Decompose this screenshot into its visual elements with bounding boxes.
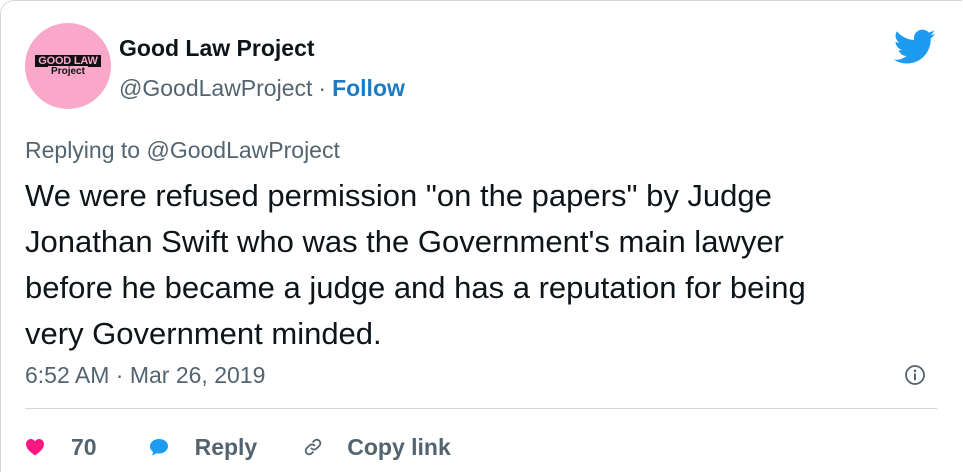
- tweet-text: We were refused permission "on the paper…: [25, 178, 806, 351]
- avatar[interactable]: GOOD LAW Project: [25, 23, 111, 109]
- like-button[interactable]: 70: [25, 434, 97, 461]
- speech-bubble-icon: [149, 439, 168, 456]
- reply-button[interactable]: Reply: [149, 433, 258, 461]
- author-handle[interactable]: @GoodLawProject: [119, 75, 312, 102]
- author-handle-row: @GoodLawProject · Follow: [119, 75, 405, 102]
- replying-to: Replying to @GoodLawProject: [25, 137, 340, 164]
- author-name[interactable]: Good Law Project: [119, 35, 315, 62]
- twitter-bird-icon[interactable]: [894, 29, 936, 65]
- tweet-card: GOOD LAW Project Good Law Project @GoodL…: [0, 0, 962, 472]
- reply-label: Reply: [194, 433, 258, 460]
- link-icon: [305, 438, 322, 456]
- copy-link-button[interactable]: Copy link: [303, 434, 451, 461]
- info-icon[interactable]: [904, 364, 926, 386]
- tweet-timestamp[interactable]: 6:52 AM · Mar 26, 2019: [25, 362, 265, 389]
- replying-to-prefix: Replying to: [25, 137, 141, 163]
- like-count: 70: [71, 433, 97, 460]
- divider: [25, 408, 937, 409]
- avatar-logo-bottom: Project: [48, 66, 88, 77]
- action-bar: 70 Reply Copy link: [25, 429, 451, 465]
- copy-link-label: Copy link: [347, 433, 451, 460]
- separator-dot: ·: [318, 75, 327, 101]
- heart-icon: [26, 439, 44, 456]
- replying-to-handle[interactable]: @GoodLawProject: [146, 137, 339, 163]
- follow-button[interactable]: Follow: [332, 75, 405, 102]
